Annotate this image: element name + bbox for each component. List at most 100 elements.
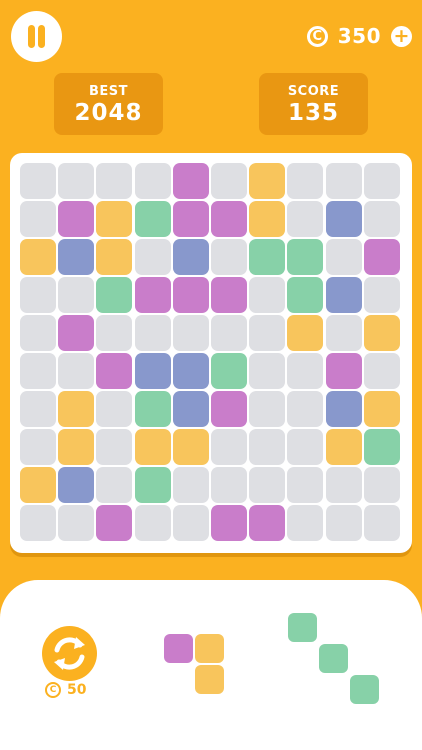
board-cell-empty[interactable] bbox=[96, 391, 133, 427]
board-cell-empty[interactable] bbox=[96, 429, 133, 465]
board-cell-purple[interactable] bbox=[172, 201, 209, 237]
board-cell-green[interactable] bbox=[249, 239, 286, 275]
board-cell-blue[interactable] bbox=[172, 353, 209, 389]
board-cell-empty[interactable] bbox=[211, 467, 247, 503]
board-cell-empty[interactable] bbox=[20, 201, 56, 237]
board-cell-empty[interactable] bbox=[211, 429, 247, 465]
board-cell-empty[interactable] bbox=[363, 277, 400, 313]
board-cell-green[interactable] bbox=[96, 277, 133, 313]
board-cell-yellow[interactable] bbox=[325, 429, 362, 465]
board-cell-empty[interactable] bbox=[249, 353, 286, 389]
board-cell-purple[interactable] bbox=[211, 201, 247, 237]
board-cell-empty[interactable] bbox=[249, 315, 286, 351]
board-cell-empty[interactable] bbox=[363, 201, 400, 237]
board-cell-empty[interactable] bbox=[287, 429, 324, 465]
board-cell-blue[interactable] bbox=[172, 391, 209, 427]
board-cell-empty[interactable] bbox=[58, 163, 95, 199]
pause-button[interactable] bbox=[11, 11, 62, 62]
board-cell-purple[interactable] bbox=[211, 391, 247, 427]
board-cell-blue[interactable] bbox=[134, 353, 171, 389]
board-cell-blue[interactable] bbox=[325, 391, 362, 427]
board-cell-yellow[interactable] bbox=[249, 201, 286, 237]
board-cell-empty[interactable] bbox=[20, 391, 56, 427]
board-cell-empty[interactable] bbox=[20, 163, 56, 199]
board-cell-green[interactable] bbox=[363, 429, 400, 465]
board-cell-green[interactable] bbox=[134, 201, 171, 237]
board-cell-empty[interactable] bbox=[211, 239, 247, 275]
board-cell-purple[interactable] bbox=[211, 505, 247, 541]
board-cell-purple[interactable] bbox=[96, 353, 133, 389]
refresh-pieces-button[interactable] bbox=[42, 626, 97, 681]
board-cell-yellow[interactable] bbox=[363, 391, 400, 427]
board-grid[interactable] bbox=[20, 163, 402, 543]
board-cell-empty[interactable] bbox=[172, 505, 209, 541]
board-cell-green[interactable] bbox=[134, 391, 171, 427]
board-cell-empty[interactable] bbox=[249, 467, 286, 503]
board-cell-empty[interactable] bbox=[287, 163, 324, 199]
board-cell-empty[interactable] bbox=[287, 467, 324, 503]
board-cell-purple[interactable] bbox=[96, 505, 133, 541]
board-cell-purple[interactable] bbox=[249, 505, 286, 541]
board-cell-empty[interactable] bbox=[134, 163, 171, 199]
board-cell-empty[interactable] bbox=[249, 429, 286, 465]
board-cell-yellow[interactable] bbox=[58, 391, 95, 427]
board-cell-empty[interactable] bbox=[249, 277, 286, 313]
board-cell-empty[interactable] bbox=[325, 467, 362, 503]
board-cell-empty[interactable] bbox=[96, 163, 133, 199]
board-cell-empty[interactable] bbox=[211, 315, 247, 351]
board-cell-empty[interactable] bbox=[325, 239, 362, 275]
board-cell-purple[interactable] bbox=[172, 163, 209, 199]
board-cell-green[interactable] bbox=[287, 277, 324, 313]
board-cell-empty[interactable] bbox=[20, 505, 56, 541]
board-cell-empty[interactable] bbox=[363, 353, 400, 389]
board-cell-empty[interactable] bbox=[325, 315, 362, 351]
board-cell-green[interactable] bbox=[134, 467, 171, 503]
board-cell-empty[interactable] bbox=[287, 353, 324, 389]
board-cell-yellow[interactable] bbox=[249, 163, 286, 199]
board-cell-blue[interactable] bbox=[58, 239, 95, 275]
board-cell-empty[interactable] bbox=[363, 467, 400, 503]
add-coins-button[interactable]: + bbox=[391, 25, 412, 47]
board-cell-empty[interactable] bbox=[211, 163, 247, 199]
board-cell-purple[interactable] bbox=[58, 315, 95, 351]
board-cell-empty[interactable] bbox=[20, 315, 56, 351]
board-cell-empty[interactable] bbox=[96, 315, 133, 351]
board-cell-empty[interactable] bbox=[20, 353, 56, 389]
board-cell-yellow[interactable] bbox=[96, 201, 133, 237]
board-cell-empty[interactable] bbox=[20, 277, 56, 313]
board-cell-purple[interactable] bbox=[211, 277, 247, 313]
board-cell-yellow[interactable] bbox=[58, 429, 95, 465]
board-cell-empty[interactable] bbox=[96, 467, 133, 503]
board-cell-purple[interactable] bbox=[325, 353, 362, 389]
board-cell-empty[interactable] bbox=[325, 163, 362, 199]
board-cell-empty[interactable] bbox=[58, 505, 95, 541]
board-cell-green[interactable] bbox=[287, 239, 324, 275]
board-cell-yellow[interactable] bbox=[172, 429, 209, 465]
board-cell-empty[interactable] bbox=[249, 391, 286, 427]
board-cell-empty[interactable] bbox=[20, 429, 56, 465]
board-cell-yellow[interactable] bbox=[96, 239, 133, 275]
board-cell-empty[interactable] bbox=[363, 505, 400, 541]
board-cell-yellow[interactable] bbox=[134, 429, 171, 465]
board-cell-blue[interactable] bbox=[325, 277, 362, 313]
board-cell-empty[interactable] bbox=[134, 315, 171, 351]
board-cell-empty[interactable] bbox=[363, 163, 400, 199]
board-cell-empty[interactable] bbox=[287, 201, 324, 237]
board-cell-empty[interactable] bbox=[172, 467, 209, 503]
board-cell-empty[interactable] bbox=[134, 505, 171, 541]
board-cell-empty[interactable] bbox=[287, 505, 324, 541]
board-cell-yellow[interactable] bbox=[287, 315, 324, 351]
board-cell-empty[interactable] bbox=[287, 391, 324, 427]
board-cell-yellow[interactable] bbox=[363, 315, 400, 351]
board-cell-green[interactable] bbox=[211, 353, 247, 389]
board-cell-empty[interactable] bbox=[134, 239, 171, 275]
board-cell-purple[interactable] bbox=[134, 277, 171, 313]
board-cell-empty[interactable] bbox=[172, 315, 209, 351]
board-cell-blue[interactable] bbox=[172, 239, 209, 275]
board-cell-empty[interactable] bbox=[58, 353, 95, 389]
board-cell-blue[interactable] bbox=[58, 467, 95, 503]
board-cell-yellow[interactable] bbox=[20, 467, 56, 503]
board-cell-purple[interactable] bbox=[363, 239, 400, 275]
board-cell-yellow[interactable] bbox=[20, 239, 56, 275]
board-cell-empty[interactable] bbox=[58, 277, 95, 313]
